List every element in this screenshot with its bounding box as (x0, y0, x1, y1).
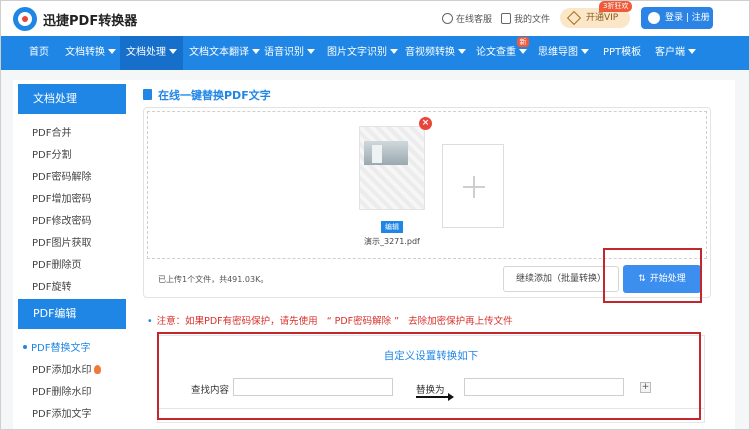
file-name: 演示_3271.pdf (364, 237, 420, 246)
diamond-icon (566, 10, 582, 26)
nav-document-convert[interactable]: 文档转换 (59, 36, 122, 70)
vip-label: 开通VIP (586, 13, 619, 23)
chevron-down-icon (519, 49, 527, 54)
sidebar: 文档处理 PDF合并 PDF分割 PDF密码解除 PDF增加密码 PDF修改密码… (13, 80, 137, 429)
highlight-settings-panel (157, 332, 701, 420)
chevron-down-icon (581, 49, 589, 54)
sidebar-item-label: PDF添加水印 (32, 365, 92, 376)
file-thumbnail[interactable] (359, 126, 425, 210)
highlight-start-button (603, 248, 702, 303)
sidebar-item-pdf-add-password[interactable]: PDF增加密码 (32, 190, 91, 205)
headset-icon (442, 13, 453, 24)
sidebar-item-pdf-merge[interactable]: PDF合并 (32, 124, 71, 139)
chevron-down-icon (390, 49, 398, 54)
chevron-down-icon (108, 49, 116, 54)
password-notice: • 注意：如果PDF有密码保护，请先使用 “ PDF密码解除 ” 去除加密保护再上… (147, 313, 513, 327)
file-drop-area[interactable] (147, 111, 707, 259)
sidebar-item-pdf-delete-pages[interactable]: PDF删除页 (32, 256, 81, 271)
thumbnail-image (364, 141, 408, 165)
nav-label: 客户端 (655, 47, 685, 58)
my-files-link[interactable]: 我的文件 (501, 12, 550, 25)
nav-label: 论文查重 (476, 47, 516, 58)
active-dot-icon (23, 345, 27, 349)
vip-promo-badge: 3折狂欢 (599, 1, 633, 12)
chevron-down-icon (458, 49, 466, 54)
sidebar-item-pdf-replace-text[interactable]: PDF替换文字 (23, 339, 90, 354)
nav-label: 文档处理 (126, 47, 166, 58)
new-badge: 新 (517, 37, 529, 47)
continue-add-button[interactable]: 继续添加（批量转换） (503, 266, 619, 292)
sidebar-section-document-processing[interactable]: 文档处理 (18, 84, 126, 114)
chevron-down-icon (688, 49, 696, 54)
sidebar-item-pdf-rotate[interactable]: PDF旋转 (32, 278, 71, 293)
sidebar-item-pdf-extract-images[interactable]: PDF图片获取 (32, 234, 91, 249)
nav-label: 语音识别 (264, 47, 304, 58)
page-title-text: 在线一键替换PDF文字 (158, 89, 271, 102)
nav-label: 文档文本翻译 (189, 47, 249, 58)
file-icon (501, 13, 511, 24)
sidebar-item-pdf-change-password[interactable]: PDF修改密码 (32, 212, 91, 227)
sidebar-item-pdf-split[interactable]: PDF分割 (32, 146, 71, 161)
page-title: 在线一键替换PDF文字 (143, 87, 271, 103)
nav-label: 首页 (29, 47, 49, 58)
logo-icon[interactable] (13, 7, 37, 31)
nav-speech-recognition[interactable]: 语音识别 (258, 36, 321, 70)
edit-file-button[interactable]: 编辑 (381, 221, 403, 233)
sidebar-item-pdf-remove-password[interactable]: PDF密码解除 (32, 168, 91, 183)
sidebar-item-label: PDF替换文字 (31, 343, 91, 354)
remove-file-close-icon[interactable]: × (419, 117, 432, 130)
chevron-down-icon (307, 49, 315, 54)
sidebar-section-pdf-edit[interactable]: PDF编辑 (18, 299, 126, 329)
service-label: 在线客服 (456, 15, 493, 25)
nav-client[interactable]: 客户端 (649, 36, 702, 70)
nav-label: 图片文字识别 (327, 47, 387, 58)
customer-service-link[interactable]: 在线客服 (442, 12, 492, 25)
login-button[interactable]: 登录 | 注册 (641, 7, 713, 29)
user-icon (648, 12, 660, 24)
sidebar-item-pdf-add-text[interactable]: PDF添加文字 (32, 405, 91, 420)
notice-prefix: 注意：如果PDF有密码保护，请先使用 (156, 316, 318, 327)
sidebar-item-pdf-remove-watermark[interactable]: PDF删除水印 (32, 383, 91, 398)
upload-status: 已上传1个文件，共491.03K。 (158, 275, 269, 284)
top-bar: 迅捷PDF转换器 在线客服 我的文件 开通VIP 3折狂欢 登录 | 注册 (1, 1, 749, 36)
nav-label: 音视频转换 (405, 47, 455, 58)
nav-label: PPT模板 (603, 47, 642, 58)
notice-suffix: 去除加密保护再上传文件 (408, 316, 513, 327)
my-files-label: 我的文件 (514, 15, 551, 25)
nav-image-ocr[interactable]: 图片文字识别 (321, 36, 404, 70)
nav-mind-map[interactable]: 思维导图 (532, 36, 595, 70)
bullet-icon: • (147, 316, 153, 327)
nav-document-processing[interactable]: 文档处理 (120, 36, 183, 70)
sidebar-item-pdf-add-watermark[interactable]: PDF添加水印 (32, 361, 102, 376)
nav-media-convert[interactable]: 音视频转换 (399, 36, 472, 70)
document-icon (143, 89, 152, 100)
nav-text-translate[interactable]: 文档文本翻译 (183, 36, 266, 70)
chevron-down-icon (169, 49, 177, 54)
main-nav: 首页 文档转换 文档处理 文档文本翻译 语音识别 图片文字识别 音视频转换 论文… (1, 36, 749, 70)
login-label: 登录 | 注册 (665, 13, 710, 23)
app-window: 迅捷PDF转换器 在线客服 我的文件 开通VIP 3折狂欢 登录 | 注册 首页… (0, 0, 750, 430)
nav-home[interactable]: 首页 (23, 36, 55, 70)
nav-label: 思维导图 (538, 47, 578, 58)
fire-icon (94, 365, 102, 374)
nav-ppt-templates[interactable]: PPT模板 (597, 36, 647, 70)
nav-label: 文档转换 (65, 47, 105, 58)
pdf-unlock-link[interactable]: “ PDF密码解除 ” (327, 316, 399, 327)
add-file-plus-icon[interactable] (442, 144, 504, 228)
brand-name[interactable]: 迅捷PDF转换器 (43, 10, 137, 29)
